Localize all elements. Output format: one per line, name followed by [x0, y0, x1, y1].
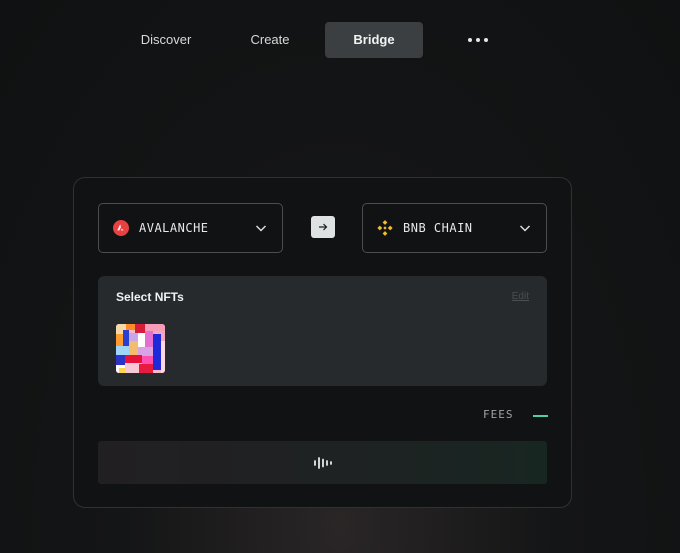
fees-label: FEES: [483, 408, 514, 421]
bridge-submit-button[interactable]: [98, 441, 547, 484]
edit-nfts-link[interactable]: Edit: [512, 291, 529, 302]
to-chain-select[interactable]: BNB CHAIN: [362, 203, 547, 253]
from-chain-select[interactable]: AVALANCHE: [98, 203, 283, 253]
bnb-icon: [377, 220, 393, 236]
swap-direction-button[interactable]: [311, 216, 335, 238]
nav-bridge[interactable]: Bridge: [325, 22, 423, 58]
nft-thumbnail[interactable]: [116, 324, 165, 373]
nav-create[interactable]: Create: [236, 22, 304, 58]
arrow-right-icon: [319, 223, 328, 231]
nft-artwork-image: [116, 324, 165, 373]
bridge-card: AVALANCHE BNB CHAIN Select NFTs Edit FEE…: [73, 177, 572, 508]
fees-row: FEES: [479, 408, 549, 424]
more-horizontal-icon: [459, 22, 497, 58]
top-nav: Discover Create Bridge: [0, 22, 680, 58]
to-chain-label: BNB CHAIN: [403, 221, 473, 235]
chevron-down-icon: [519, 225, 531, 232]
nft-section-title: Select NFTs: [116, 290, 184, 304]
fees-value-placeholder: [533, 415, 548, 417]
more-menu-button[interactable]: [459, 22, 497, 58]
avalanche-icon: [113, 220, 129, 236]
chevron-down-icon: [255, 225, 267, 232]
nav-discover[interactable]: Discover: [128, 22, 204, 58]
nft-selection-panel: Select NFTs Edit: [98, 276, 547, 386]
loading-waveform-icon: [313, 456, 332, 469]
from-chain-label: AVALANCHE: [139, 221, 209, 235]
